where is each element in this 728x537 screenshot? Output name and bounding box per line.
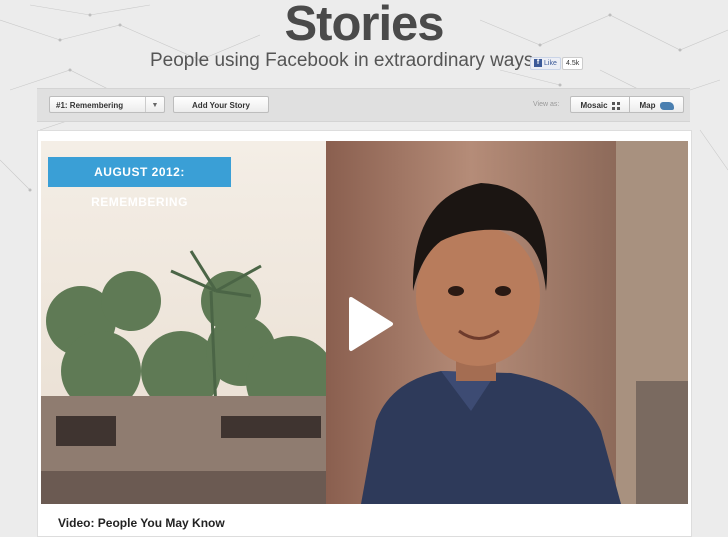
video-caption[interactable]: Video: People You May Know (58, 516, 225, 530)
facebook-like-button[interactable]: f Like (530, 57, 561, 70)
grid-icon (611, 101, 620, 110)
badge-date: AUGUST 2012: (94, 165, 185, 179)
view-as-label: View as: (533, 101, 560, 108)
video-thumbnail[interactable]: AUGUST 2012: REMEMBERING (41, 141, 688, 504)
like-count: 4.5k (562, 57, 584, 70)
facebook-icon: f (534, 59, 542, 68)
mosaic-view-button[interactable]: Mosaic (570, 96, 630, 113)
like-label: Like (544, 60, 557, 67)
stories-toolbar: #1: Remembering ▼ Add Your Story View as… (37, 88, 690, 122)
play-icon[interactable] (347, 295, 395, 353)
page-subtitle: People using Facebook in extraordinary w… (150, 50, 534, 71)
mosaic-label: Mosaic (580, 101, 608, 110)
badge-topic: REMEMBERING (91, 195, 188, 209)
story-select-dropdown[interactable]: #1: Remembering ▼ (49, 96, 165, 113)
chevron-down-icon: ▼ (145, 97, 164, 112)
map-view-button[interactable]: Map (629, 96, 684, 113)
add-your-story-button[interactable]: Add Your Story (173, 96, 269, 113)
story-select-value: #1: Remembering (56, 101, 124, 110)
featured-story-card: AUGUST 2012: REMEMBERING Video: People Y… (37, 130, 692, 537)
world-map-icon (659, 101, 674, 110)
page-title: Stories (284, 0, 444, 51)
map-label: Map (639, 101, 656, 110)
story-date-badge: AUGUST 2012: REMEMBERING (48, 157, 231, 209)
